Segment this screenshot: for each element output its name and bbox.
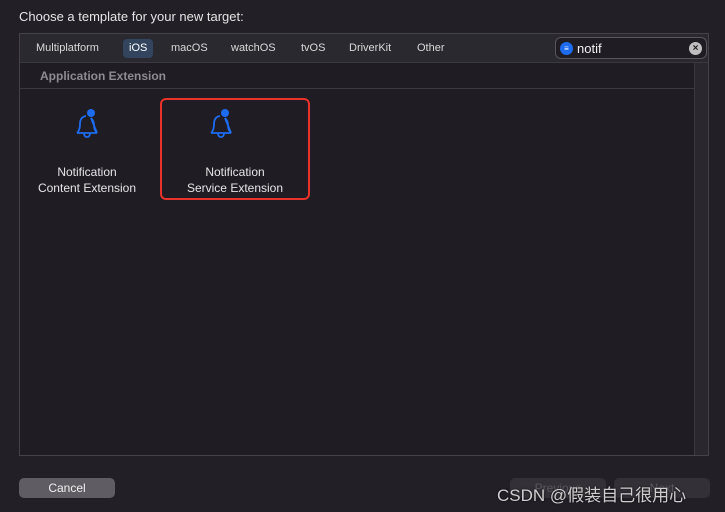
template-notification-service-extension[interactable]: Notification Service Extension: [160, 98, 310, 200]
template-panel: Multiplatform iOS macOS watchOS tvOS Dri…: [19, 33, 709, 456]
bell-badge-icon: [210, 109, 232, 138]
tab-other[interactable]: Other: [411, 39, 451, 58]
watermark: CSDN @假装自己很用心: [497, 486, 687, 505]
tab-watchos[interactable]: watchOS: [225, 39, 282, 58]
scrollbar[interactable]: [694, 63, 708, 455]
template-notification-content-extension[interactable]: Notification Content Extension: [12, 98, 162, 200]
search-value: notif: [577, 41, 602, 56]
section-header: Application Extension: [20, 63, 694, 89]
filter-icon: ≡: [560, 42, 573, 55]
search-input[interactable]: ≡ notif ×: [555, 37, 707, 59]
tab-multiplatform[interactable]: Multiplatform: [30, 39, 105, 58]
template-label-line1: Notification: [205, 165, 265, 179]
tab-tvos[interactable]: tvOS: [295, 39, 331, 58]
tab-ios[interactable]: iOS: [123, 39, 154, 58]
template-label-line1: Notification: [57, 165, 117, 179]
tab-driverkit[interactable]: DriverKit: [343, 39, 397, 58]
dialog-title: Choose a template for your new target:: [19, 9, 244, 24]
clear-search-icon[interactable]: ×: [689, 42, 702, 55]
template-label-line2: Content Extension: [37, 181, 137, 195]
tab-macos[interactable]: macOS: [165, 39, 214, 58]
cancel-button[interactable]: Cancel: [19, 478, 115, 498]
template-label-line2: Service Extension: [186, 181, 284, 195]
platform-tabbar: Multiplatform iOS macOS watchOS tvOS Dri…: [20, 34, 708, 63]
bell-badge-icon: [76, 109, 98, 138]
